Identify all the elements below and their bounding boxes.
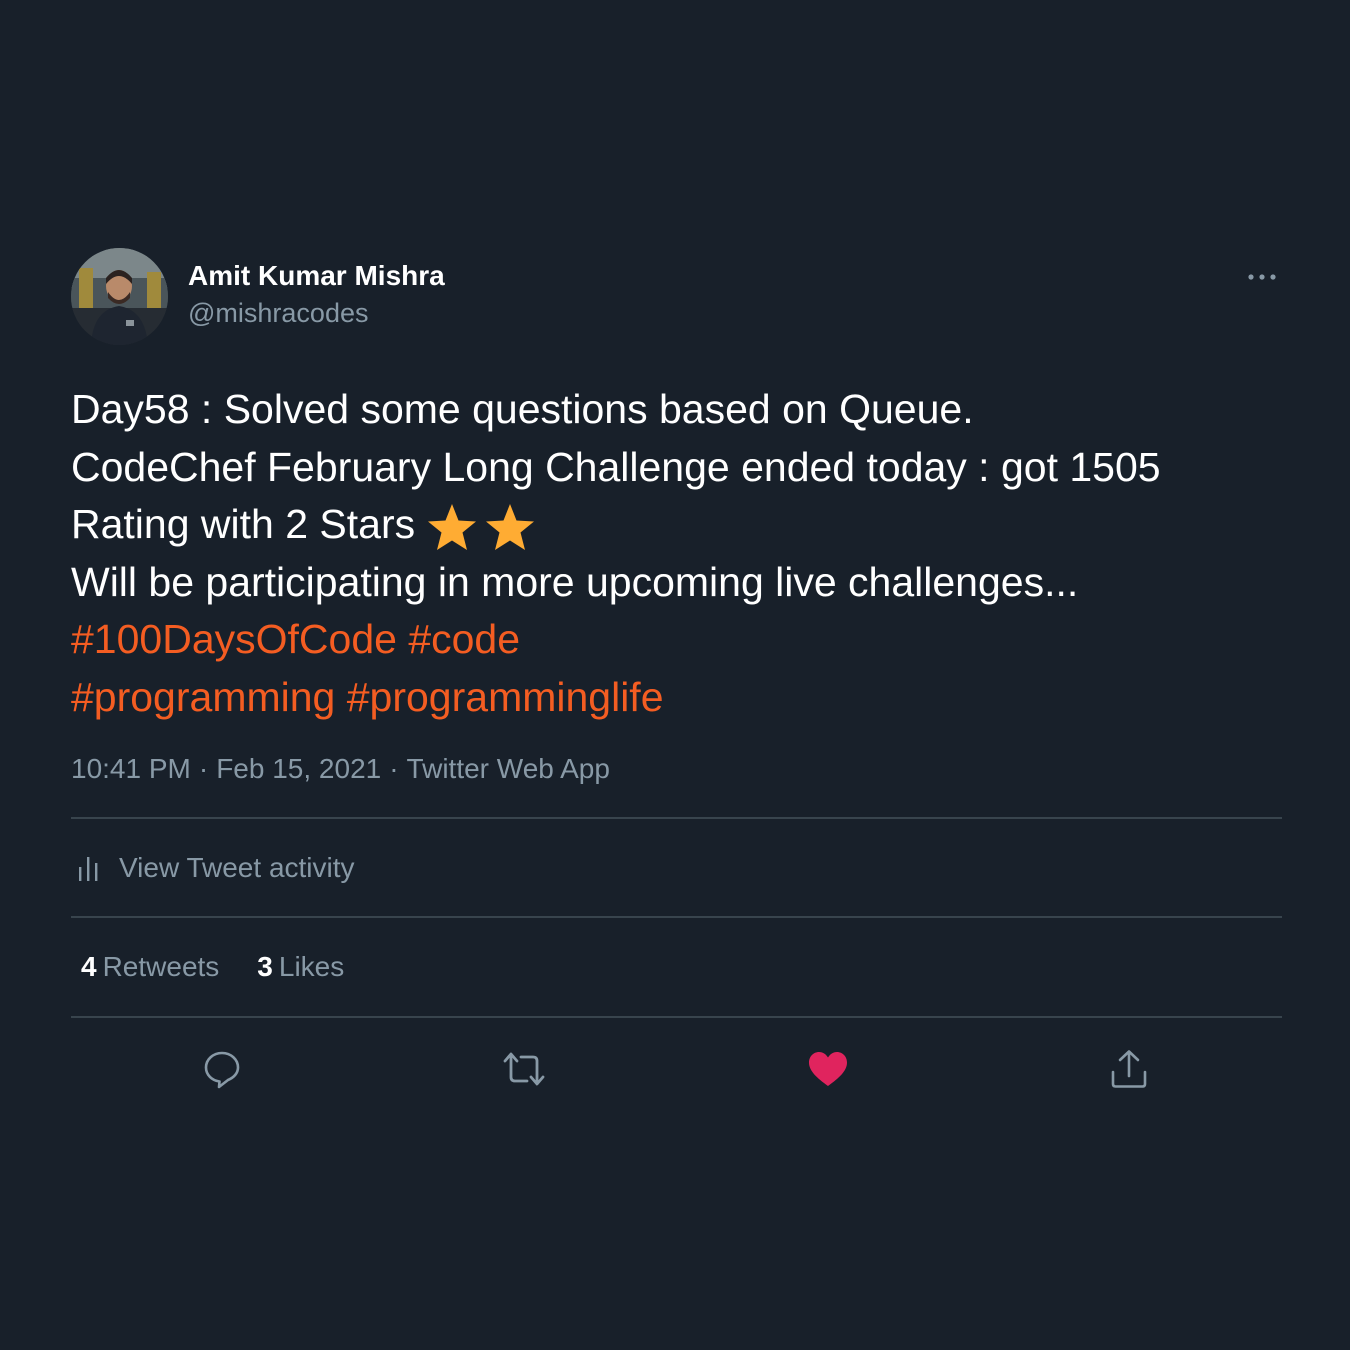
tweet-stats: 4 Retweets 3 Likes	[71, 918, 1282, 1016]
star-icon	[486, 504, 535, 550]
retweets-label: Retweets	[102, 951, 220, 982]
reply-icon	[204, 1051, 240, 1089]
author-names: Amit Kumar Mishra @mishracodes	[188, 258, 445, 330]
tweet-line: #programming #programminglife	[71, 669, 1282, 727]
retweets-stat[interactable]: 4 Retweets	[81, 951, 219, 983]
tweet-card: Amit Kumar Mishra @mishracodes Day58 : S…	[71, 248, 1282, 1118]
stars-emoji	[425, 502, 541, 560]
tweet-line: CodeChef February Long Challenge ended t…	[71, 443, 1161, 490]
tweet-line-text: Rating with 2 Stars	[71, 501, 416, 547]
share-button[interactable]	[1106, 1046, 1152, 1092]
tweet-date[interactable]: Feb 15, 2021	[216, 753, 381, 784]
meta-separator: ·	[198, 753, 209, 784]
tweet-line: Will be participating in more upcoming l…	[71, 558, 1079, 605]
tweet-source[interactable]: Twitter Web App	[407, 753, 610, 784]
likes-count: 3	[257, 951, 273, 982]
likes-stat[interactable]: 3 Likes	[257, 951, 344, 983]
share-icon	[1111, 1050, 1147, 1088]
tweet-meta: 10:41 PM · Feb 15, 2021 · Twitter Web App	[71, 751, 1282, 787]
view-tweet-activity-label: View Tweet activity	[119, 851, 355, 883]
tweet-header: Amit Kumar Mishra @mishracodes	[71, 248, 1282, 346]
tweet-actions	[71, 1018, 1282, 1118]
hashtag-link[interactable]: #programminglife	[347, 674, 664, 720]
tweet-line: Day58 : Solved some questions based on Q…	[71, 386, 974, 432]
author-handle[interactable]: @mishracodes	[188, 296, 445, 330]
retweet-button[interactable]	[501, 1046, 547, 1092]
author-display-name[interactable]: Amit Kumar Mishra	[188, 258, 445, 294]
avatar-photo	[71, 248, 168, 345]
heart-icon	[809, 1052, 847, 1086]
hashtag-link[interactable]: #code	[408, 616, 520, 662]
avatar[interactable]	[71, 248, 168, 345]
hashtag-link[interactable]: #100DaysOfCode	[71, 616, 397, 662]
more-options-button[interactable]	[1242, 262, 1282, 292]
tweet-line: #100DaysOfCode #code	[71, 611, 1282, 669]
like-button[interactable]	[805, 1046, 851, 1092]
tweet-line: Rating with 2 Stars	[71, 496, 1282, 554]
likes-label: Likes	[278, 951, 345, 982]
tweet-text: Day58 : Solved some questions based on Q…	[71, 381, 1282, 726]
retweets-count: 4	[81, 951, 97, 982]
more-icon	[1248, 274, 1276, 280]
hashtag-link[interactable]: #programming	[71, 674, 335, 720]
view-tweet-activity-link[interactable]: View Tweet activity	[71, 819, 1282, 916]
analytics-icon	[79, 856, 98, 881]
meta-separator: ·	[389, 753, 399, 784]
reply-button[interactable]	[199, 1046, 245, 1092]
tweet-time[interactable]: 10:41 PM	[71, 753, 191, 784]
retweet-icon	[503, 1052, 545, 1086]
star-icon	[428, 504, 477, 550]
